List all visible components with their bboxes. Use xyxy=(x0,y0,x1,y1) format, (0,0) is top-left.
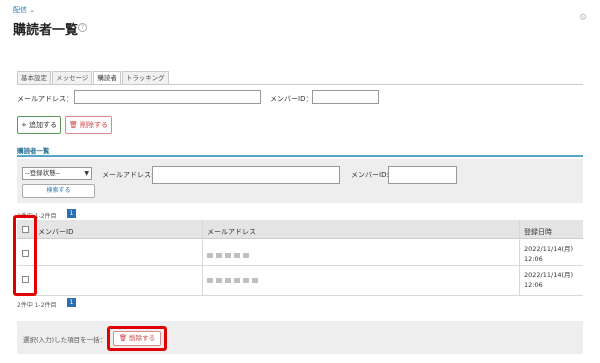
section-divider xyxy=(17,155,583,157)
status-select[interactable]: --登録状態-- ▼ xyxy=(22,167,92,180)
bulk-action-label: 選択(入力)した項目を一括： xyxy=(23,336,107,344)
filter-member-id-label: メンバーID: xyxy=(351,171,389,179)
row-email-redacted xyxy=(207,253,249,258)
section-title: 購読者一覧 xyxy=(17,147,50,155)
page-title: 購読者一覧 xyxy=(13,23,79,38)
tab-divider xyxy=(17,84,583,85)
table-header xyxy=(17,220,583,239)
email-field[interactable] xyxy=(74,90,261,104)
tab-bar: 基本設定 メッセージ 購読者 トラッキング xyxy=(17,71,170,84)
delete-button[interactable]: 🗑 削除する xyxy=(65,116,112,134)
row-divider xyxy=(17,295,583,296)
header-member-id[interactable]: メンバーID xyxy=(38,227,73,237)
column-divider xyxy=(519,220,520,296)
page-link-bottom[interactable]: 1 xyxy=(67,298,76,307)
search-button[interactable]: 検索する xyxy=(22,184,95,198)
row-date: 2022/11/14(月) 12:06 xyxy=(524,245,574,263)
row-divider xyxy=(17,265,583,266)
filter-member-id-field[interactable] xyxy=(388,166,457,184)
tab-message[interactable]: メッセージ xyxy=(52,71,93,84)
delete-highlight xyxy=(107,326,167,351)
member-id-label: メンバーID： xyxy=(270,95,313,103)
tab-basic-settings[interactable]: 基本設定 xyxy=(17,71,51,84)
filter-email-label: メールアドレス: xyxy=(102,171,154,179)
tab-subscribers[interactable]: 購読者 xyxy=(93,71,121,84)
filter-email-field[interactable] xyxy=(152,166,340,184)
question-icon[interactable]: ? xyxy=(78,23,87,32)
header-date[interactable]: 登録日時 xyxy=(524,227,552,237)
page-link[interactable]: 1 xyxy=(67,209,76,218)
gear-icon[interactable]: ⚙ xyxy=(579,13,587,23)
email-label: メールアドレス： xyxy=(17,95,73,103)
tab-tracking[interactable]: トラッキング xyxy=(121,71,169,84)
status-select-value: --登録状態-- xyxy=(25,169,61,177)
checkbox-highlight xyxy=(13,215,37,296)
row-email-redacted xyxy=(207,278,258,283)
chevron-down-icon: ▼ xyxy=(84,170,89,177)
result-count-bottom: 2件中 1-2件目 xyxy=(17,302,57,309)
row-date: 2022/11/14(月) 12:06 xyxy=(524,271,574,289)
header-email[interactable]: メールアドレス xyxy=(207,227,256,237)
breadcrumb[interactable]: 配信 ⌄ xyxy=(13,5,35,15)
member-id-field[interactable] xyxy=(312,90,379,104)
column-divider xyxy=(202,220,203,296)
add-button[interactable]: + 追加する xyxy=(17,116,61,134)
